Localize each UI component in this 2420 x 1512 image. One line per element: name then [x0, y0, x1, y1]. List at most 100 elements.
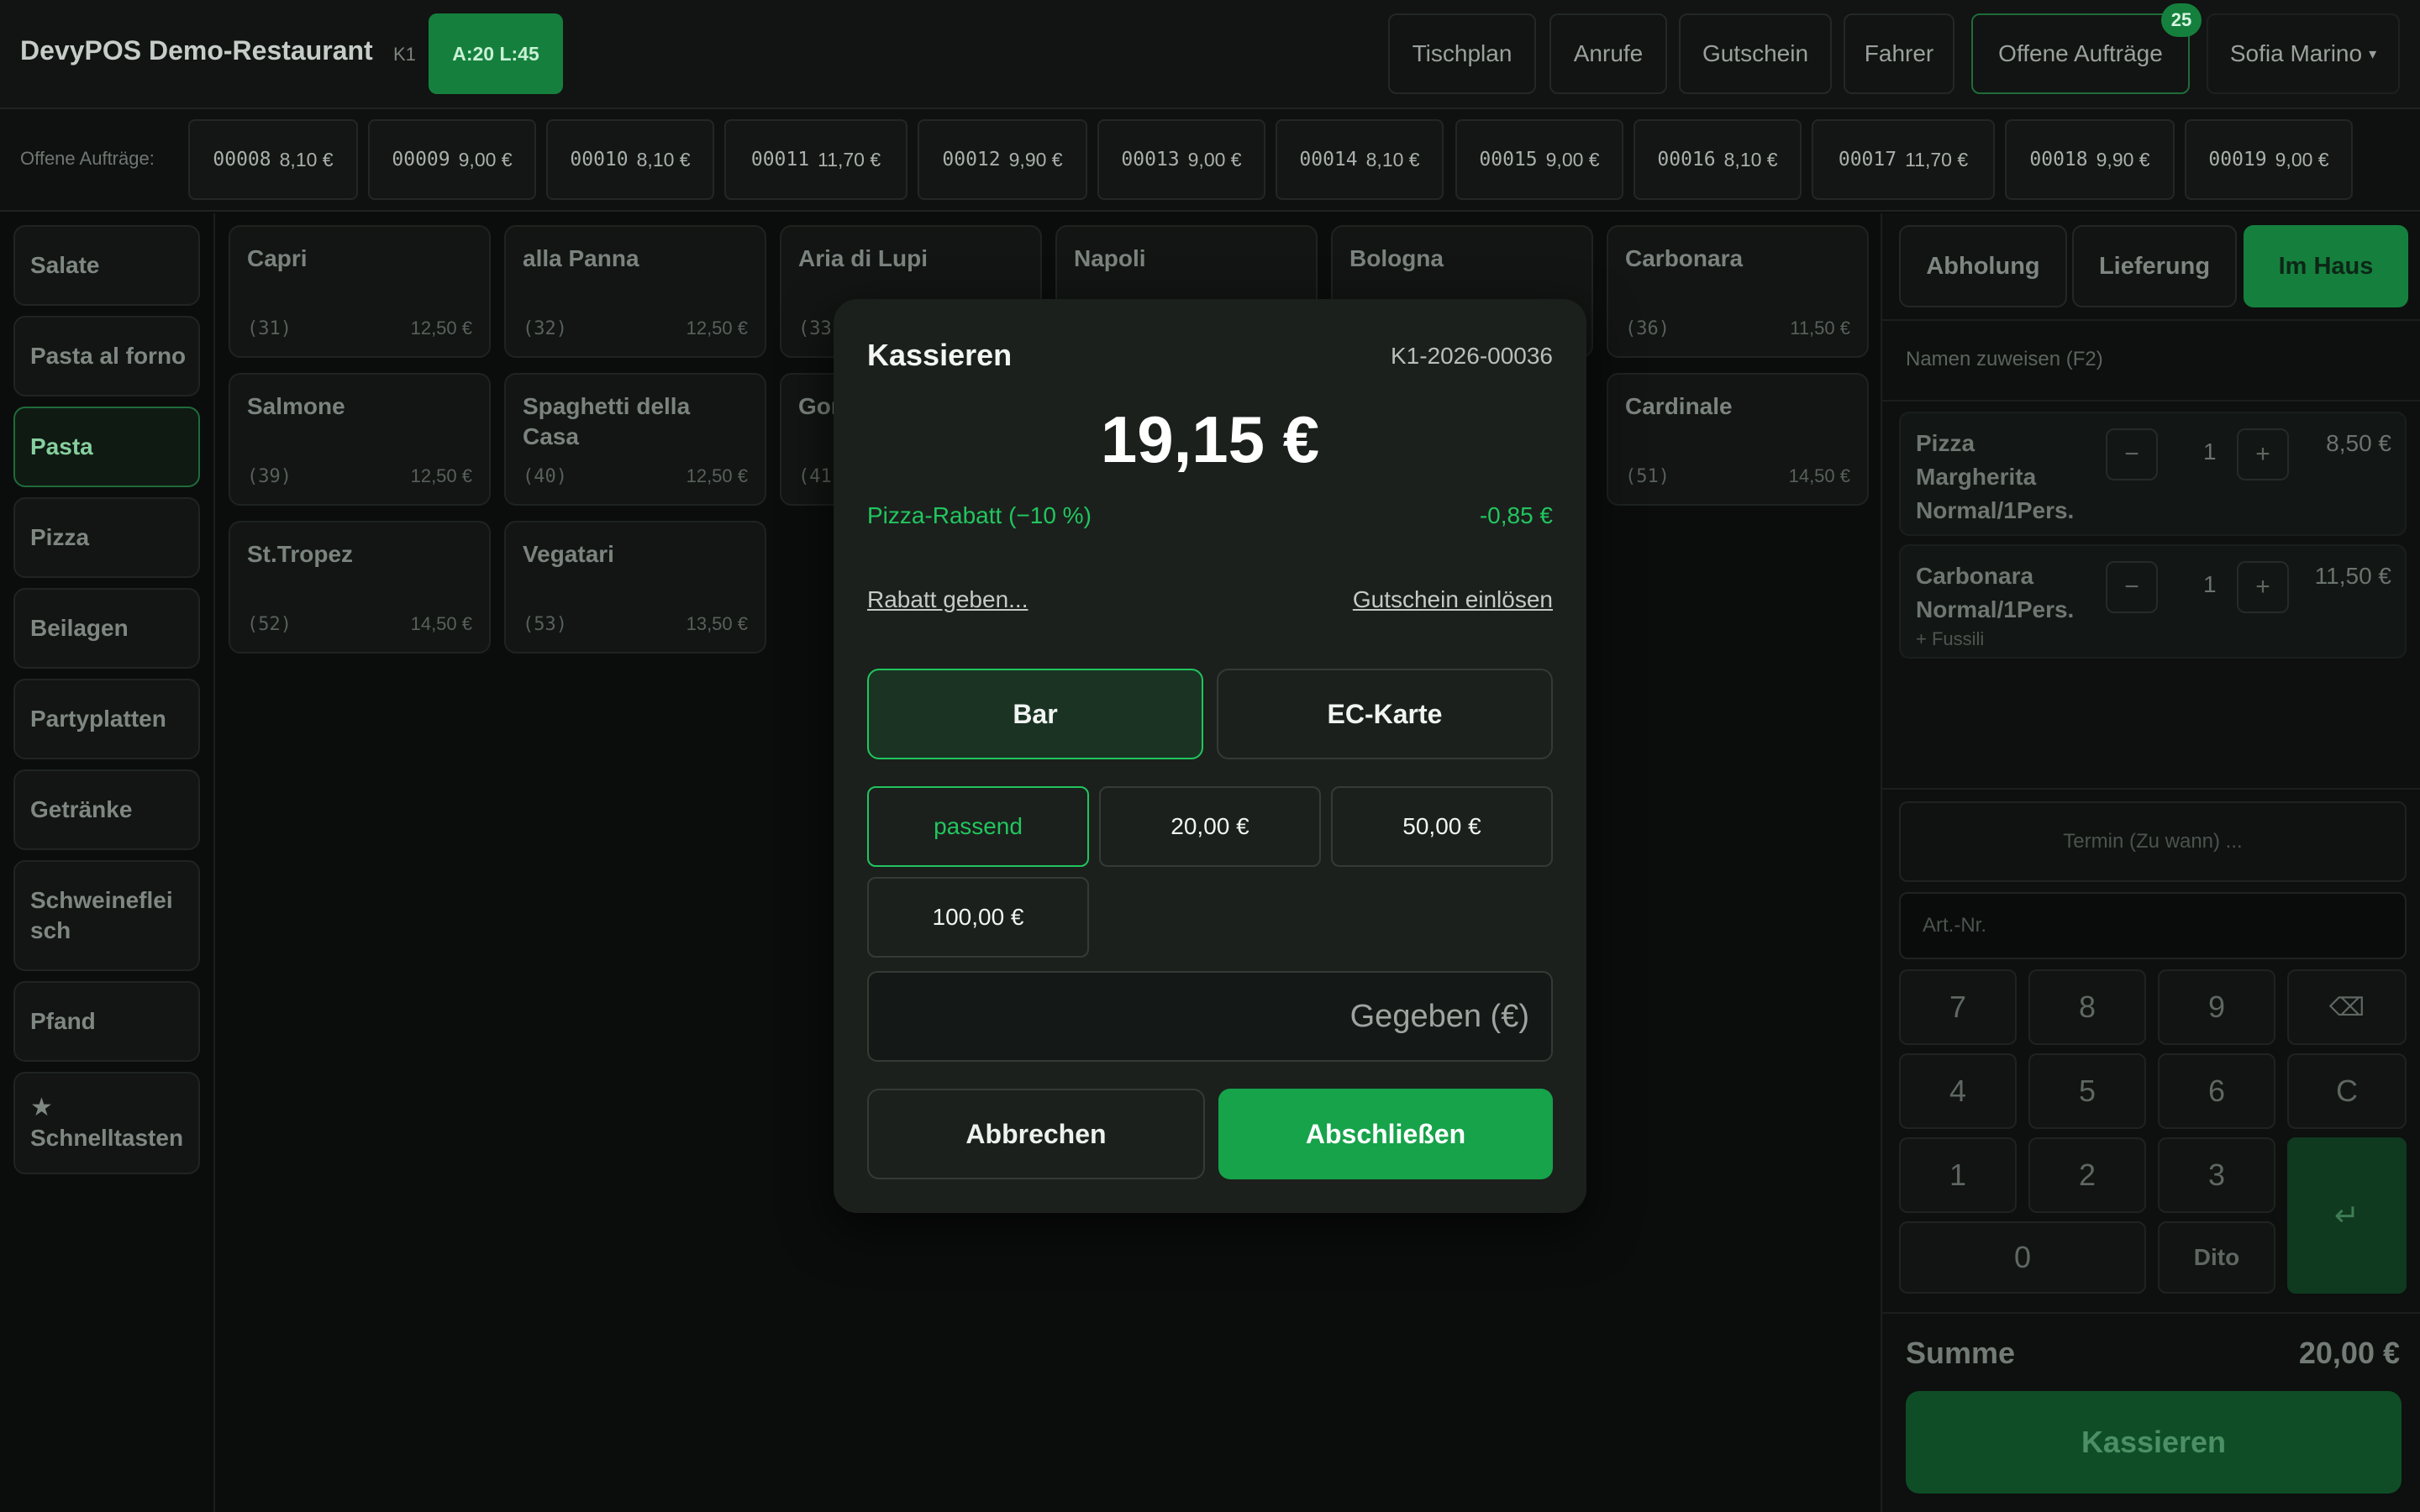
increase-qty-button[interactable]: +: [2237, 428, 2289, 480]
category-pizza[interactable]: Pizza: [13, 497, 200, 578]
product-card[interactable]: Capri (31) 12,50 €: [229, 225, 491, 358]
increase-qty-button[interactable]: +: [2237, 561, 2289, 613]
open-order-chip[interactable]: 00010 8,10 €: [546, 119, 714, 200]
product-number: (41: [798, 466, 832, 487]
category-schnelltasten[interactable]: ★ Schnelltasten: [13, 1072, 200, 1174]
product-name: Napoli: [1074, 245, 1146, 271]
open-order-chip[interactable]: 00016 8,10 €: [1634, 119, 1802, 200]
enter-icon[interactable]: ↵: [2287, 1137, 2407, 1294]
al-status-badge[interactable]: A:20 L:45: [429, 13, 563, 94]
quick-amount-100[interactable]: 100,00 €: [867, 877, 1089, 958]
open-order-chip[interactable]: 00014 8,10 €: [1276, 119, 1444, 200]
product-name: St.Tropez: [247, 541, 354, 567]
cancel-button[interactable]: Abbrechen: [867, 1089, 1205, 1179]
category-salate[interactable]: Salate: [13, 225, 200, 306]
nav-gutschein-button[interactable]: Gutschein: [1679, 13, 1832, 94]
backspace-icon[interactable]: ⌫: [2287, 969, 2407, 1045]
category-pasta-al-forno[interactable]: Pasta al forno: [13, 316, 200, 396]
keypad-8[interactable]: 8: [2028, 969, 2146, 1045]
keypad-7[interactable]: 7: [1899, 969, 2017, 1045]
decrease-qty-button[interactable]: −: [2106, 561, 2158, 613]
tab-abholung[interactable]: Abholung: [1899, 225, 2067, 307]
open-order-id: 00017: [1838, 149, 1897, 171]
product-card[interactable]: Cardinale (51) 14,50 €: [1607, 373, 1869, 506]
keypad-1[interactable]: 1: [1899, 1137, 2017, 1213]
product-name: alla Panna: [523, 245, 639, 271]
given-amount-input[interactable]: Gegeben (€): [867, 971, 1553, 1062]
category-getraenke[interactable]: Getränke: [13, 769, 200, 850]
redeem-voucher-link[interactable]: Gutschein einlösen: [1353, 586, 1553, 613]
keypad-dito[interactable]: Dito: [2158, 1221, 2275, 1294]
category-sidebar: Salate Pasta al forno Pasta Pizza Beilag…: [0, 213, 215, 1512]
nav-tischplan-button[interactable]: Tischplan: [1388, 13, 1536, 94]
tab-im-haus[interactable]: Im Haus: [2244, 225, 2408, 307]
open-order-chip[interactable]: 00008 8,10 €: [188, 119, 358, 200]
open-order-chip[interactable]: 00015 9,00 €: [1455, 119, 1623, 200]
product-card[interactable]: alla Panna (32) 12,50 €: [504, 225, 766, 358]
product-number: (32): [523, 318, 567, 339]
category-beilagen[interactable]: Beilagen: [13, 588, 200, 669]
finish-button[interactable]: Abschließen: [1218, 1089, 1553, 1179]
cart-item[interactable]: Carbonara Normal/1Pers. + Fussili − 1 + …: [1899, 544, 2407, 659]
open-order-amount: 9,90 €: [2096, 148, 2150, 171]
decrease-qty-button[interactable]: −: [2106, 428, 2158, 480]
payment-card-button[interactable]: EC-Karte: [1217, 669, 1553, 759]
keypad-5[interactable]: 5: [2028, 1053, 2146, 1129]
open-order-chip[interactable]: 00011 11,70 €: [724, 119, 908, 200]
category-partyplatten[interactable]: Partyplatten: [13, 679, 200, 759]
cart-item-name-line: Normal/1Pers.: [1916, 497, 2075, 523]
open-order-chip[interactable]: 00009 9,00 €: [368, 119, 536, 200]
divider: [1882, 319, 2420, 321]
keypad-6[interactable]: 6: [2158, 1053, 2275, 1129]
quick-amount-20[interactable]: 20,00 €: [1099, 786, 1321, 867]
nav-open-orders-button[interactable]: Offene Aufträge: [1971, 13, 2190, 94]
product-name: Spaghetti della Casa: [523, 393, 691, 449]
open-order-chip[interactable]: 00017 11,70 €: [1812, 119, 1995, 200]
open-order-id: 00016: [1657, 149, 1716, 171]
payment-cash-button[interactable]: Bar: [867, 669, 1203, 759]
open-order-id: 00009: [392, 149, 450, 171]
product-number: (33: [798, 318, 832, 339]
product-card[interactable]: Vegatari (53) 13,50 €: [504, 521, 766, 654]
cart-item-name: Carbonara Normal/1Pers.: [1916, 559, 2074, 627]
keypad-4[interactable]: 4: [1899, 1053, 2017, 1129]
product-card[interactable]: Spaghetti della Casa (40) 12,50 €: [504, 373, 766, 506]
product-number: (53): [523, 614, 567, 635]
product-card[interactable]: St.Tropez (52) 14,50 €: [229, 521, 491, 654]
product-price: 11,50 €: [1790, 318, 1850, 339]
keypad-2[interactable]: 2: [2028, 1137, 2146, 1213]
give-discount-link[interactable]: Rabatt geben...: [867, 586, 1028, 613]
open-order-chip[interactable]: 00018 9,90 €: [2005, 119, 2175, 200]
user-menu-button[interactable]: Sofia Marino ▾: [2207, 13, 2400, 94]
product-name: Aria di Lupi: [798, 245, 928, 271]
quick-amount-exact[interactable]: passend: [867, 786, 1089, 867]
category-schweinefleisch[interactable]: Schweineflei sch: [13, 860, 200, 971]
checkout-button[interactable]: Kassieren: [1906, 1391, 2402, 1494]
tab-lieferung[interactable]: Lieferung: [2072, 225, 2237, 307]
open-order-chip[interactable]: 00012 9,90 €: [918, 119, 1087, 200]
order-panel: Abholung Lieferung Im Haus Namen zuweise…: [1881, 213, 2420, 1512]
chevron-down-icon: ▾: [2369, 45, 2377, 62]
keypad-3[interactable]: 3: [2158, 1137, 2275, 1213]
keypad-clear[interactable]: C: [2287, 1053, 2407, 1129]
product-card[interactable]: Salmone (39) 12,50 €: [229, 373, 491, 506]
assign-name-field[interactable]: Namen zuweisen (F2): [1906, 348, 2103, 371]
category-pasta[interactable]: Pasta: [13, 407, 200, 487]
terminal-label: K1: [393, 44, 416, 65]
product-name: Vegatari: [523, 541, 614, 567]
product-card[interactable]: Carbonara (36) 11,50 €: [1607, 225, 1869, 358]
divider: [1882, 1312, 2420, 1314]
cart-item[interactable]: Pizza Margherita Normal/1Pers. − 1 + 8,5…: [1899, 412, 2407, 536]
termin-input[interactable]: Termin (Zu wann) ...: [1899, 801, 2407, 882]
open-orders-strip: Offene Aufträge: 00008 8,10 €00009 9,00 €0…: [0, 109, 2420, 212]
category-label-line1: Schweineflei: [30, 887, 173, 913]
category-pfand[interactable]: Pfand: [13, 981, 200, 1062]
open-order-chip[interactable]: 00013 9,00 €: [1097, 119, 1265, 200]
nav-fahrer-button[interactable]: Fahrer: [1844, 13, 1954, 94]
open-order-chip[interactable]: 00019 9,00 €: [2185, 119, 2353, 200]
nav-anrufe-button[interactable]: Anrufe: [1549, 13, 1667, 94]
quick-amount-50[interactable]: 50,00 €: [1331, 786, 1553, 867]
keypad-0[interactable]: 0: [1899, 1221, 2146, 1294]
keypad-9[interactable]: 9: [2158, 969, 2275, 1045]
article-number-input[interactable]: Art.-Nr.: [1899, 892, 2407, 959]
